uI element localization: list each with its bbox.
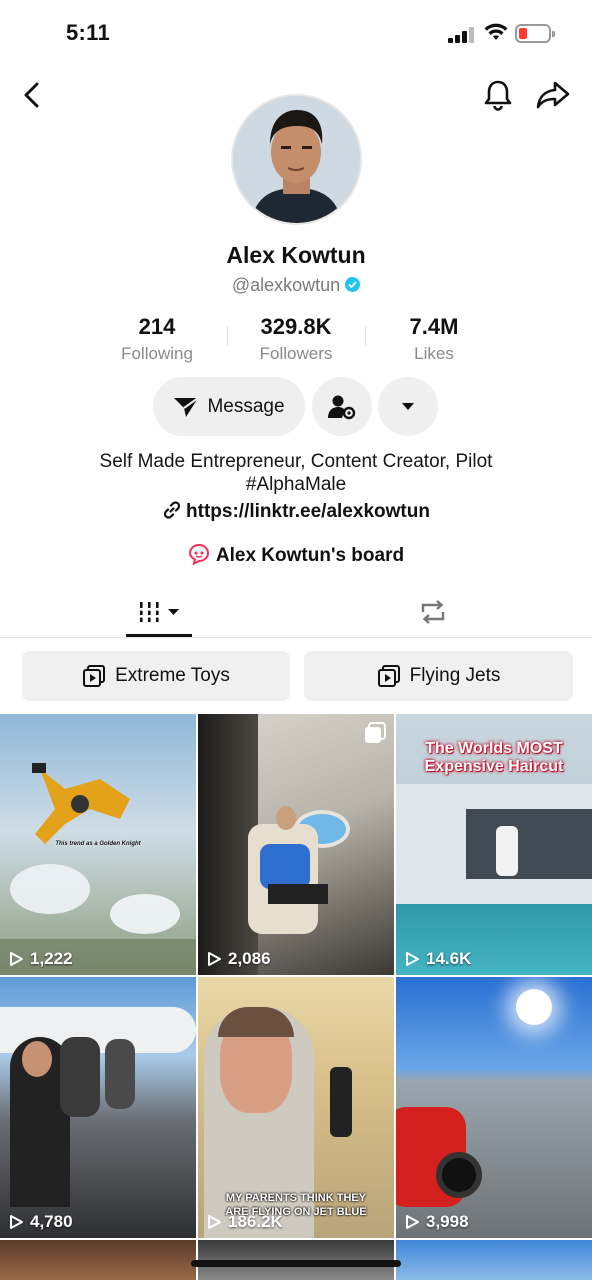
bio-line-2: #AlphaMale xyxy=(245,474,347,495)
videos-grid-icon xyxy=(138,601,179,622)
stat-value: 214 xyxy=(138,314,176,339)
caret-down-icon xyxy=(402,403,414,410)
skydiver-figure xyxy=(32,763,130,844)
play-icon xyxy=(10,952,23,966)
stat-label: Following xyxy=(121,344,193,363)
handle-row: @alexkowtun xyxy=(0,275,592,296)
more-options-button[interactable] xyxy=(378,377,438,436)
view-count: 1,222 xyxy=(30,949,73,968)
wifi-icon xyxy=(484,23,508,40)
video-thumbnail[interactable]: 3,998 xyxy=(396,977,592,1238)
status-bar: 5:11 xyxy=(0,0,592,64)
play-icon xyxy=(208,1215,221,1229)
video-view-count: 2,086 xyxy=(206,949,271,969)
bio-line-1: Self Made Entrepreneur, Content Creator,… xyxy=(99,451,493,472)
avatar-portrait-icon xyxy=(233,96,360,223)
profile-avatar[interactable] xyxy=(231,94,362,225)
profile-handle: @alexkowtun xyxy=(231,275,341,295)
video-view-count: 186.2K xyxy=(206,1212,283,1232)
content-tabs xyxy=(0,585,592,638)
repost-icon xyxy=(421,599,445,624)
view-count: 14.6K xyxy=(426,949,472,968)
video-view-count: 1,222 xyxy=(8,949,73,969)
board-icon xyxy=(188,543,209,566)
view-count: 3,998 xyxy=(426,1212,469,1231)
back-arrow-icon[interactable] xyxy=(18,80,48,110)
video-caption: The Worlds MOST Expensive Haircut xyxy=(424,740,564,775)
play-icon xyxy=(406,952,419,966)
video-thumbnail[interactable] xyxy=(0,1240,196,1280)
video-thumbnail[interactable]: This trend as a Golden Knight 1,222 xyxy=(0,714,196,975)
share-arrow-icon[interactable] xyxy=(535,79,571,111)
playlist-label: Flying Jets xyxy=(409,665,501,686)
video-view-count: 14.6K xyxy=(404,949,471,969)
video-view-count: 3,998 xyxy=(404,1212,469,1232)
stat-likes[interactable]: 7.4M Likes xyxy=(359,314,509,364)
home-indicator[interactable] xyxy=(191,1260,401,1267)
bell-icon[interactable] xyxy=(482,78,514,112)
profile-board[interactable]: Alex Kowtun's board xyxy=(0,543,592,567)
profile-name: Alex Kowtun xyxy=(226,242,366,268)
link-icon xyxy=(163,501,181,519)
stat-label: Followers xyxy=(259,344,333,363)
video-thumbnail[interactable]: MY PARENTS THINK THEY ARE FLYING ON JET … xyxy=(198,977,394,1238)
stat-value: 329.8K xyxy=(260,314,332,339)
playlist-icon xyxy=(83,665,106,687)
video-thumbnail[interactable] xyxy=(396,1240,592,1280)
tab-reposts[interactable] xyxy=(408,585,458,638)
view-count: 186.2K xyxy=(228,1212,283,1231)
profile-bio: Self Made Entrepreneur, Content Creator,… xyxy=(0,450,592,496)
battery-icon xyxy=(515,24,555,43)
stat-value: 7.4M xyxy=(409,314,459,339)
play-icon xyxy=(10,1215,23,1229)
profile-link[interactable]: https://linktr.ee/alexkowtun xyxy=(0,500,592,523)
message-button-label: Message xyxy=(207,395,285,417)
stat-label: Likes xyxy=(414,344,454,363)
playlist-extreme-toys[interactable]: Extreme Toys xyxy=(22,651,290,701)
play-icon xyxy=(406,1215,419,1229)
status-time: 5:11 xyxy=(66,20,111,45)
playlist-icon xyxy=(377,665,400,687)
verified-badge-icon xyxy=(345,277,361,292)
video-thumbnail[interactable]: 4,780 xyxy=(0,977,196,1238)
send-icon xyxy=(174,396,200,417)
active-tab-indicator xyxy=(126,634,192,637)
video-view-count: 4,780 xyxy=(8,1212,73,1232)
video-thumbnail[interactable]: The Worlds MOST Expensive Haircut 14.6K xyxy=(396,714,592,975)
view-count: 4,780 xyxy=(30,1212,73,1231)
video-thumbnail[interactable]: 2,086 xyxy=(198,714,394,975)
stat-followers[interactable]: 329.8K Followers xyxy=(221,314,371,364)
profile-board-text: Alex Kowtun's board xyxy=(215,545,405,566)
cellular-signal-icon xyxy=(448,27,474,43)
stat-following[interactable]: 214 Following xyxy=(82,314,232,364)
profile-link-text: https://linktr.ee/alexkowtun xyxy=(186,501,430,522)
video-caption: This trend as a Golden Knight xyxy=(55,841,141,847)
user-settings-icon xyxy=(328,395,356,419)
tab-videos[interactable] xyxy=(126,585,192,638)
follow-settings-button[interactable] xyxy=(312,377,372,436)
view-count: 2,086 xyxy=(228,949,271,968)
multi-photo-icon xyxy=(365,722,386,743)
playlist-flying-jets[interactable]: Flying Jets xyxy=(304,651,573,701)
video-grid: This trend as a Golden Knight 1,222 2,08… xyxy=(0,714,592,1280)
playlist-label: Extreme Toys xyxy=(115,665,230,686)
message-button[interactable]: Message xyxy=(153,377,305,436)
play-icon xyxy=(208,952,221,966)
